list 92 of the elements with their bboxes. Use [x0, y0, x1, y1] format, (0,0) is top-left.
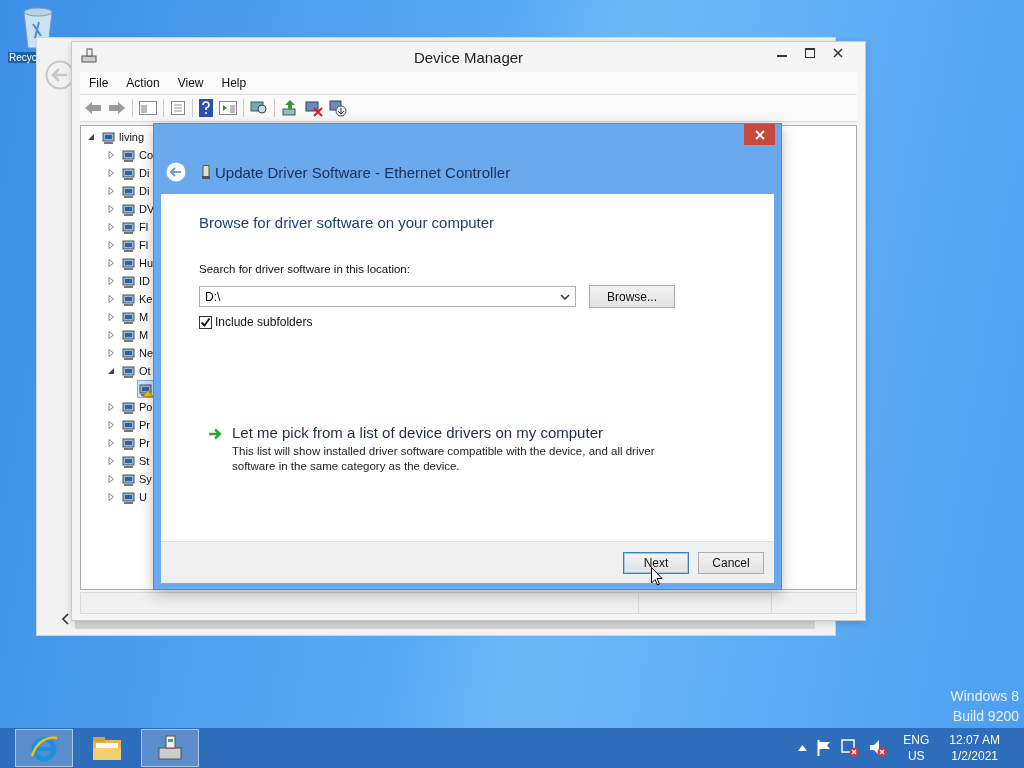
ethernet-icon [202, 165, 210, 179]
checkbox-label[interactable]: Include subfolders [215, 315, 313, 329]
device-icon[interactable] [121, 165, 137, 181]
tree-item[interactable]: Fl [139, 221, 149, 233]
device-icon[interactable] [121, 183, 137, 199]
device-icon[interactable] [101, 129, 117, 145]
edition-text: Build 9200 [952, 707, 1019, 726]
tree-item[interactable]: U [139, 491, 147, 503]
location-label: Search for driver software in this location: [199, 263, 411, 275]
tree-item[interactable]: Di [139, 167, 150, 179]
uninstall-icon[interactable] [305, 99, 323, 117]
dialog-button[interactable]: Cancel [698, 551, 764, 574]
properties-icon[interactable] [170, 100, 186, 116]
window-title: Device Manager [413, 48, 524, 66]
expander-icon[interactable] [87, 133, 95, 141]
link-description: This list will show installed driver software compatible with the device, and all driver software in the same category as the device. [232, 444, 656, 474]
tree-item[interactable]: M [139, 311, 149, 323]
checkbox[interactable] [199, 315, 212, 329]
browser-icon [29, 734, 59, 762]
device-icon[interactable] [121, 435, 137, 451]
close-button[interactable] [744, 124, 775, 145]
device-icon[interactable] [121, 345, 137, 361]
tree-item[interactable]: Hu [139, 257, 154, 269]
device-icon[interactable] [121, 399, 137, 415]
panel-icon[interactable] [219, 101, 237, 115]
folder-icon [91, 734, 123, 762]
add-device-icon[interactable] [329, 99, 347, 117]
edition-text: Windows 8 [950, 687, 1019, 706]
tree-item[interactable]: Co [139, 149, 154, 161]
device-icon[interactable] [121, 363, 137, 379]
forward-arrow-icon[interactable] [108, 101, 126, 115]
menu-item[interactable]: File [80, 76, 118, 90]
chevron-down-icon [560, 293, 570, 300]
device-icon[interactable] [121, 255, 137, 271]
tree-item[interactable]: Fl [139, 239, 149, 251]
expander-icon[interactable] [107, 367, 115, 375]
update-icon[interactable] [281, 99, 299, 117]
menu-item[interactable]: Help [212, 76, 256, 90]
scroll-left-icon[interactable] [62, 613, 70, 625]
device-icon[interactable] [121, 147, 137, 163]
tree-item[interactable]: Sy [139, 473, 152, 485]
dialog-heading: Browse for driver software on your computer [199, 214, 496, 231]
tree-item[interactable]: living [119, 131, 145, 143]
close-icon [754, 129, 765, 140]
arrow-right-icon [208, 428, 222, 440]
tree-item[interactable]: Di [139, 185, 150, 197]
device-icon[interactable] [121, 237, 137, 253]
tree-item[interactable]: St [139, 455, 150, 467]
help-icon[interactable] [199, 99, 213, 117]
device-icon[interactable] [121, 201, 137, 217]
menu-item[interactable]: View [168, 76, 213, 90]
tree-item[interactable]: Po [139, 401, 153, 413]
computer-icon [156, 734, 184, 762]
tree-item[interactable]: Pr [139, 419, 150, 431]
browse-button[interactable]: Browse... [589, 285, 675, 308]
device-icon[interactable] [138, 381, 154, 397]
panel-icon[interactable] [139, 101, 157, 115]
maximize-icon[interactable] [805, 48, 815, 58]
location-combobox[interactable]: D:\ [199, 286, 576, 307]
taskbar-button[interactable] [141, 729, 199, 767]
mouse-pointer-icon [651, 567, 663, 586]
show-hidden-icon[interactable] [798, 745, 808, 751]
network-error-icon[interactable] [841, 739, 860, 757]
tree-item[interactable]: Pr [139, 437, 150, 449]
language-indicator[interactable]: ENG US [903, 732, 930, 764]
scan-icon[interactable] [250, 100, 268, 116]
device-icon[interactable] [121, 489, 137, 505]
device-icon[interactable] [121, 219, 137, 235]
scrollbar[interactable] [75, 621, 815, 629]
tree-item[interactable]: M [139, 329, 149, 341]
close-icon[interactable] [833, 48, 843, 58]
device-icon[interactable] [121, 471, 137, 487]
device-icon[interactable] [121, 291, 137, 307]
device-icon[interactable] [121, 453, 137, 469]
computer-icon [81, 48, 97, 64]
device-icon[interactable] [121, 327, 137, 343]
back-arrow-icon[interactable] [84, 101, 102, 115]
device-icon[interactable] [121, 309, 137, 325]
dialog-title: Update Driver Software - Ethernet Controller [215, 163, 511, 181]
speaker-muted-icon[interactable] [869, 739, 888, 757]
tree-item[interactable]: Ot [139, 365, 151, 377]
tree-item[interactable]: ID [139, 275, 150, 287]
device-icon[interactable] [121, 273, 137, 289]
tree-item[interactable]: Ke [139, 293, 153, 305]
driver-list-link[interactable]: Let me pick from a list of device drivers on my computer [232, 424, 692, 441]
dialog-button[interactable]: Next [623, 551, 689, 574]
desktop-icon-label[interactable]: Recyc [8, 52, 38, 63]
tree-item[interactable]: Ne [139, 347, 154, 359]
device-icon[interactable] [121, 417, 137, 433]
menu-item[interactable]: Action [117, 76, 169, 90]
flag-icon[interactable] [817, 740, 832, 756]
clock[interactable]: 12:07 AM 1/2/2021 [949, 732, 1000, 764]
